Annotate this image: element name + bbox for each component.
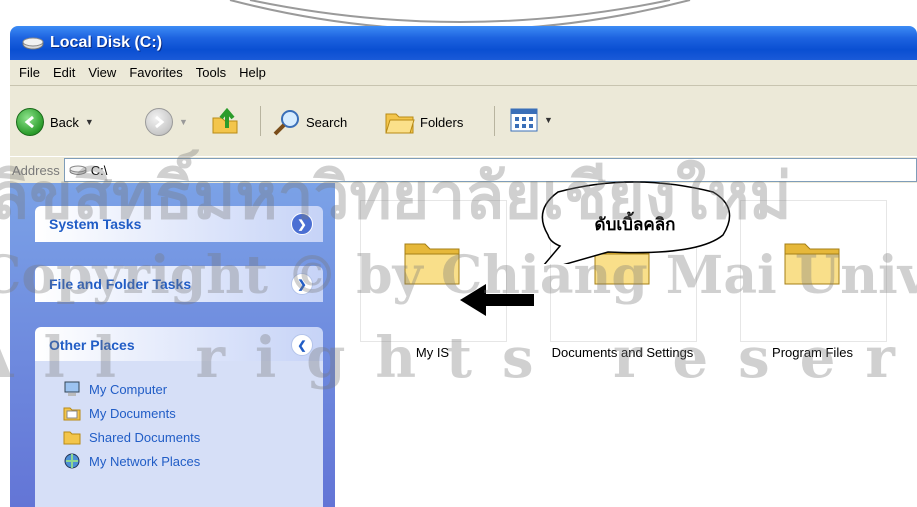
menu-view[interactable]: View <box>88 65 116 80</box>
link-label: My Computer <box>89 381 168 397</box>
local-disk-icon <box>69 165 87 175</box>
back-button[interactable]: Back ▼ <box>16 108 94 136</box>
address-label: Address <box>12 162 60 178</box>
menu-file[interactable]: File <box>19 65 40 80</box>
search-button[interactable]: Search <box>272 108 347 136</box>
toolbar-separator <box>260 106 261 136</box>
views-dropdown-icon[interactable]: ▼ <box>544 115 553 125</box>
menu-tools[interactable]: Tools <box>196 65 226 80</box>
folder-icon[interactable] <box>782 236 842 286</box>
local-disk-icon <box>22 37 44 50</box>
toolbar-separator <box>494 106 495 136</box>
folder-label[interactable]: My IS <box>360 345 505 360</box>
views-button[interactable]: ▼ <box>510 108 553 132</box>
link-label: Shared Documents <box>89 429 201 445</box>
toolbar: Back ▼ ▼ Search Folders ▼ <box>10 86 917 156</box>
my-computer-icon <box>64 381 80 396</box>
file-folder-tasks-header[interactable]: File and Folder Tasks ❯ <box>35 266 323 302</box>
link-my-computer[interactable]: My Computer <box>63 381 167 397</box>
address-field[interactable]: C:\ <box>63 158 917 182</box>
folders-icon <box>385 113 415 134</box>
forward-arrow-icon <box>145 108 173 136</box>
network-places-icon <box>64 453 80 469</box>
back-label: Back <box>50 114 79 130</box>
forward-dropdown-icon[interactable]: ▼ <box>179 117 188 127</box>
menu-favorites[interactable]: Favorites <box>129 65 182 80</box>
folders-label: Folders <box>420 114 464 130</box>
title-bar: Local Disk (C:) <box>10 26 917 60</box>
system-tasks-header[interactable]: System Tasks ❯ <box>35 206 323 242</box>
arrow-left-icon <box>460 284 534 316</box>
link-my-documents[interactable]: My Documents <box>63 405 176 421</box>
link-label: My Network Places <box>89 453 201 469</box>
other-places-label: Other Places <box>49 337 135 353</box>
folder-label[interactable]: Documents and Settings <box>525 345 720 360</box>
other-places-header[interactable]: Other Places ❮ <box>35 327 323 363</box>
my-documents-icon <box>63 407 81 421</box>
menu-help[interactable]: Help <box>239 65 266 80</box>
back-arrow-icon <box>16 108 44 136</box>
window-title: Local Disk (C:) <box>50 34 163 51</box>
expand-chevron-icon[interactable]: ❯ <box>291 273 313 295</box>
callout-text: ดับเบิ้ลคลิก <box>594 215 676 235</box>
address-value: C:\ <box>90 162 108 178</box>
menu-edit[interactable]: Edit <box>53 65 75 80</box>
folder-icon[interactable] <box>402 236 462 286</box>
search-label: Search <box>306 114 348 130</box>
link-my-network-places[interactable]: My Network Places <box>63 453 200 469</box>
address-bar: Address C:\ <box>10 156 917 183</box>
up-folder-button[interactable] <box>210 106 240 136</box>
file-folder-tasks-label: File and Folder Tasks <box>49 276 192 292</box>
link-label: My Documents <box>89 405 176 421</box>
menu-bar: File Edit View Favorites Tools Help <box>10 60 917 86</box>
folder-label[interactable]: Program Files <box>740 345 885 360</box>
folders-button[interactable]: Folders <box>384 108 463 136</box>
search-icon <box>273 110 299 136</box>
link-shared-documents[interactable]: Shared Documents <box>63 429 200 445</box>
views-icon <box>510 108 538 132</box>
collapse-chevron-icon[interactable]: ❮ <box>291 334 313 356</box>
system-tasks-label: System Tasks <box>49 216 142 232</box>
forward-button[interactable]: ▼ <box>145 108 188 136</box>
back-dropdown-icon[interactable]: ▼ <box>85 117 94 127</box>
other-places-body: My Computer My Documents Shared Document… <box>35 361 323 507</box>
shared-documents-icon <box>63 431 81 445</box>
expand-chevron-icon[interactable]: ❯ <box>291 213 313 235</box>
up-folder-icon <box>212 107 238 134</box>
